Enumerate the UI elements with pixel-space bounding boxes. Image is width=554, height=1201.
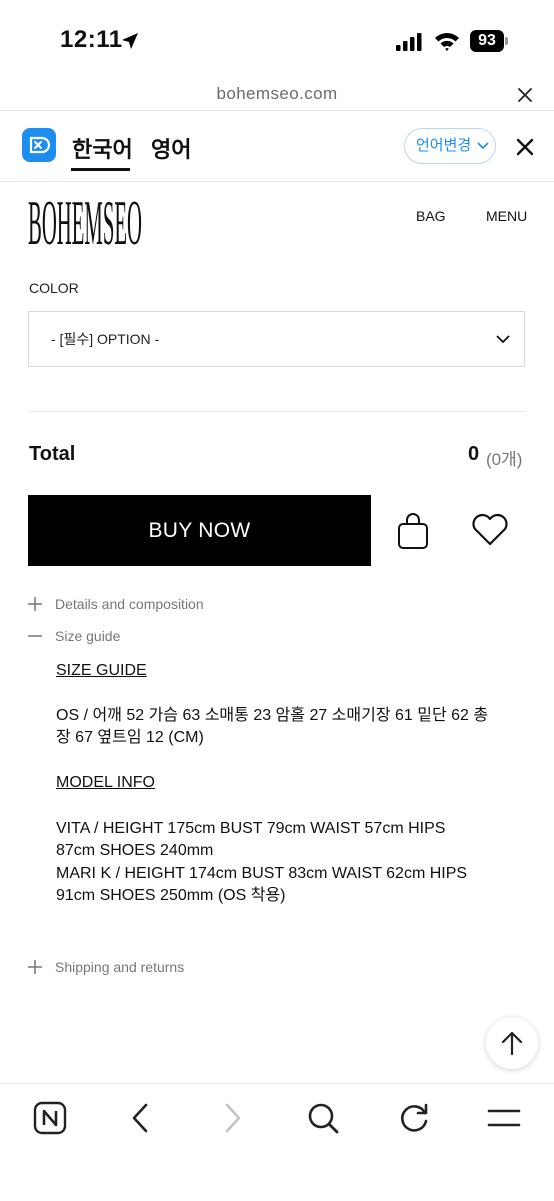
url-display[interactable]: bohemseo.com — [0, 84, 554, 104]
model-info-line: 91cm SHOES 250mm (OS 착용) — [56, 887, 286, 904]
accordion-details-label: Details and composition — [55, 596, 204, 612]
nav-bag[interactable]: BAG — [416, 208, 446, 224]
close-icon[interactable] — [514, 136, 536, 158]
color-label: COLOR — [29, 280, 79, 296]
scroll-to-top-icon — [501, 1031, 523, 1056]
chevron-down-icon — [477, 142, 489, 150]
close-icon[interactable] — [514, 84, 536, 106]
search-icon[interactable] — [305, 1100, 341, 1136]
bottom-toolbar — [0, 1083, 554, 1201]
accordion-size-guide[interactable]: Size guide — [28, 628, 328, 646]
scroll-to-top-button[interactable] — [486, 1017, 538, 1069]
forward-arrow-icon[interactable] — [214, 1100, 250, 1136]
total-count: (0개) — [486, 450, 523, 469]
size-guide-heading: SIZE GUIDE — [56, 662, 147, 679]
accordion-size-guide-label: Size guide — [55, 628, 121, 644]
accordion-shipping-label: Shipping and returns — [55, 959, 185, 975]
total-value: 0 — [468, 443, 480, 465]
chevron-down-icon — [496, 335, 510, 344]
accordion-details[interactable]: Details and composition — [28, 596, 328, 614]
location-arrow-icon — [122, 33, 138, 49]
menu-icon[interactable] — [486, 1100, 522, 1136]
brand-logo[interactable]: BOHEMSEO — [28, 186, 144, 248]
divider — [0, 181, 554, 182]
wifi-icon — [435, 33, 459, 51]
battery-nub — [505, 37, 508, 45]
battery-icon: 93 — [470, 30, 504, 52]
divider — [28, 411, 525, 412]
heart-icon[interactable] — [470, 512, 510, 548]
model-info-line: MARI K / HEIGHT 174cm BUST 83cm WAIST 62… — [56, 865, 468, 882]
model-info-line: 87cm SHOES 240mm — [56, 842, 214, 859]
tab-korean[interactable]: 한국어 — [72, 132, 133, 164]
cellular-signal-icon — [396, 33, 422, 51]
translator-logo-icon — [22, 128, 56, 162]
divider — [0, 110, 554, 111]
naver-home-icon[interactable] — [32, 1100, 68, 1136]
option-select-value: - [필수] OPTION - — [51, 331, 160, 347]
back-arrow-icon[interactable] — [123, 1100, 159, 1136]
status-time: 12:11 — [60, 26, 123, 53]
brand-wordmark: BOHEMSEO — [28, 187, 142, 248]
size-measurements-line: 장 67 옆트임 12 (CM) — [56, 729, 204, 746]
nav-menu[interactable]: MENU — [486, 208, 527, 224]
model-info-line: VITA / HEIGHT 175cm BUST 79cm WAIST 57cm… — [56, 820, 446, 837]
reload-icon[interactable] — [396, 1100, 432, 1136]
plus-icon — [28, 960, 42, 974]
minus-icon — [28, 635, 42, 637]
shopping-bag-icon[interactable] — [394, 510, 432, 552]
active-tab-indicator — [71, 168, 130, 171]
change-language-button[interactable]: 언어변경 — [404, 128, 496, 164]
total-label: Total — [29, 443, 76, 465]
plus-icon — [28, 597, 42, 611]
buy-now-button[interactable]: BUY NOW — [28, 495, 371, 566]
size-measurements-line: OS / 어깨 52 가슴 63 소매통 23 암홀 27 소매기장 61 밑단… — [56, 707, 489, 724]
model-info-heading: MODEL INFO — [56, 774, 155, 791]
option-select[interactable]: - [필수] OPTION - — [28, 311, 525, 367]
accordion-shipping[interactable]: Shipping and returns — [28, 959, 328, 977]
tab-english[interactable]: 영어 — [151, 132, 191, 164]
change-language-label: 언어변경 — [416, 137, 472, 154]
